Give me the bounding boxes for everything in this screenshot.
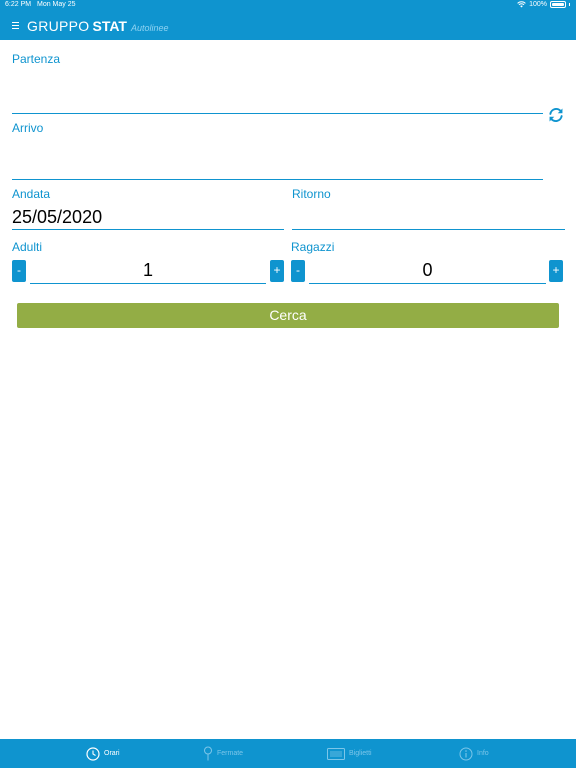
swap-icon[interactable] <box>547 106 565 124</box>
brand-logo: GRUPPO STAT Autolinee <box>27 18 169 34</box>
info-icon <box>459 747 473 760</box>
brand-sub: Autolinee <box>130 23 169 33</box>
adults-plus-button[interactable]: + <box>270 260 284 282</box>
status-time: 6:22 PM <box>5 1 32 8</box>
return-label: Ritorno <box>292 187 331 201</box>
arrival-label: Arrivo <box>12 121 44 135</box>
tab-biglietti-label: Biglietti <box>349 750 372 757</box>
app-header: GRUPPO STAT Autolinee <box>0 12 576 40</box>
outbound-label: Andata <box>12 187 51 201</box>
adults-value[interactable]: 1 <box>30 260 266 282</box>
ticket-icon <box>327 747 345 760</box>
tab-fermate[interactable]: Fermate <box>203 739 243 768</box>
children-value[interactable]: 0 <box>309 260 546 282</box>
brand-bold: STAT <box>92 18 127 34</box>
pin-icon <box>204 746 212 761</box>
wifi-icon <box>517 1 526 8</box>
battery-percent: 100% <box>529 1 547 8</box>
adults-underline <box>30 283 266 284</box>
status-bar: 6:22 PM Mon May 25 100% <box>0 0 576 12</box>
tab-biglietti[interactable]: Biglietti <box>327 739 372 768</box>
battery-icon <box>550 1 566 8</box>
status-right: 100% <box>517 1 570 8</box>
children-minus-button[interactable]: - <box>291 260 305 282</box>
departure-input[interactable] <box>12 88 542 112</box>
clock-icon <box>86 746 100 761</box>
menu-button[interactable] <box>10 18 22 32</box>
status-date: Mon May 25 <box>37 1 76 8</box>
children-plus-button[interactable]: + <box>549 260 563 282</box>
tab-fermate-label: Fermate <box>217 750 244 757</box>
tab-info-label: Info <box>477 750 489 757</box>
tab-bar: Orari Fermate Biglietti Info <box>0 739 576 768</box>
departure-underline <box>12 113 543 114</box>
children-underline <box>309 283 546 284</box>
outbound-date-input[interactable]: 25/05/2020 <box>12 207 102 228</box>
return-underline <box>292 229 565 230</box>
tab-info[interactable]: Info <box>459 739 489 768</box>
adults-label: Adulti <box>12 240 43 254</box>
outbound-underline <box>12 229 284 230</box>
arrival-input[interactable] <box>12 152 542 176</box>
search-button[interactable]: Cerca <box>17 303 559 328</box>
arrival-underline <box>12 179 543 180</box>
departure-label: Partenza <box>12 52 61 66</box>
return-date-input[interactable] <box>292 207 564 229</box>
tab-orari[interactable]: Orari <box>86 739 120 768</box>
battery-tip <box>569 3 570 6</box>
brand-primary: GRUPPO <box>27 18 90 34</box>
tab-orari-label: Orari <box>104 750 120 757</box>
adults-minus-button[interactable]: - <box>12 260 26 282</box>
children-label: Ragazzi <box>291 240 335 254</box>
